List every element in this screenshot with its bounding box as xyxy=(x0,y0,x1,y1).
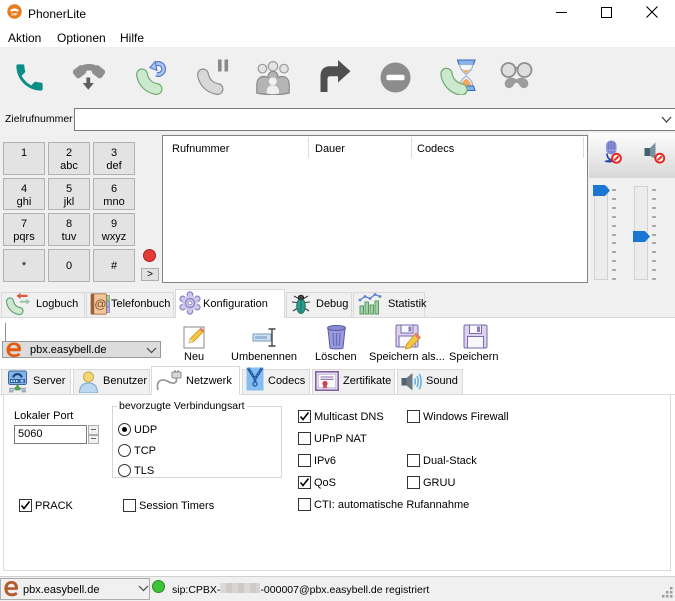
svg-text:SIP: SIP xyxy=(11,12,18,17)
svg-text:@: @ xyxy=(94,297,106,311)
